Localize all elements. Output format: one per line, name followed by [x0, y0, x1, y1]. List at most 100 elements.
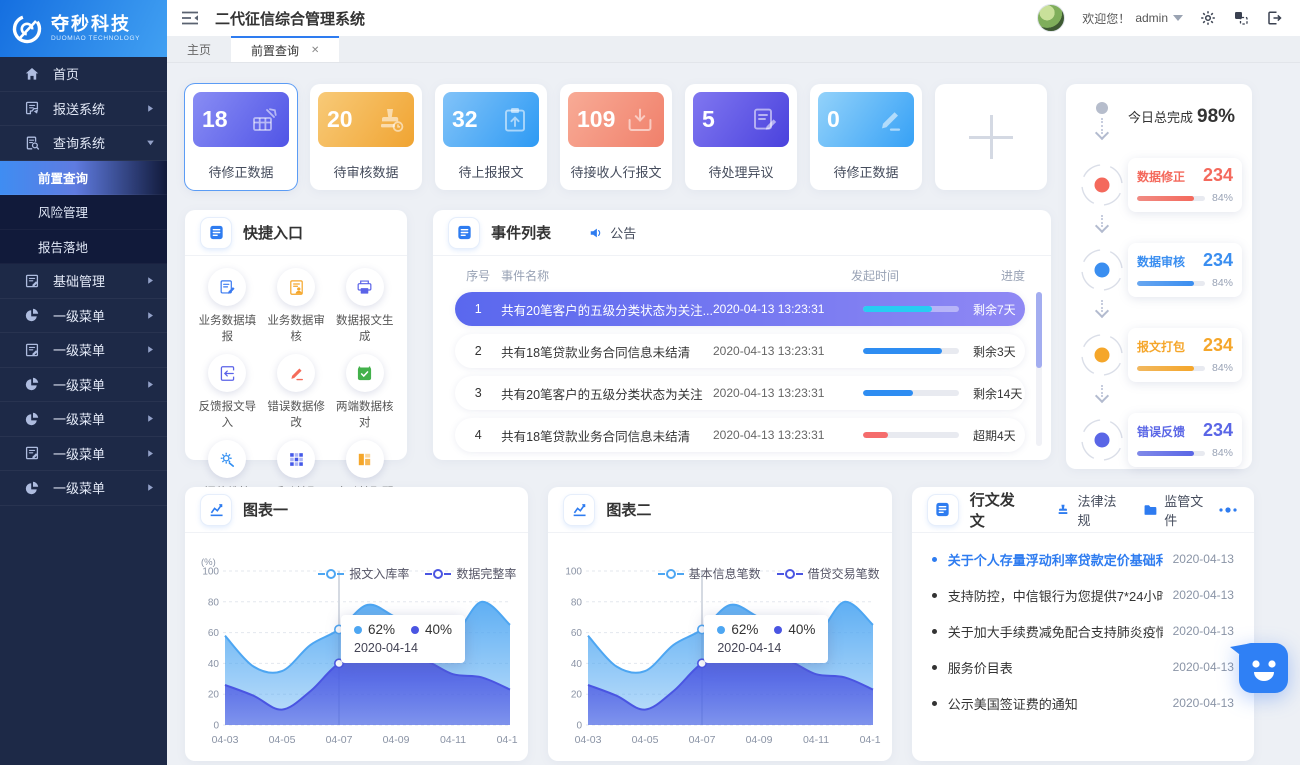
- quick-entry-title: 快捷入口: [243, 222, 303, 243]
- quick-entry-5[interactable]: 两端数据核对: [330, 354, 399, 430]
- check-box-icon: [346, 354, 384, 392]
- chevron-down-icon: [146, 138, 155, 147]
- legend-item-0[interactable]: 报文入库率: [318, 565, 409, 582]
- brand-logo-icon: [10, 12, 44, 46]
- chart-panel-icon: [201, 495, 231, 525]
- arrow-down-icon: [1095, 304, 1109, 318]
- legend-line: [337, 573, 344, 575]
- step-label: 数据审核: [1137, 253, 1185, 270]
- event-status: 剩余3天: [973, 343, 1025, 360]
- svg-text:04-07: 04-07: [326, 734, 353, 746]
- sidebar-item-8[interactable]: 一级菜单: [0, 437, 167, 472]
- sidebar-menu: 首页报送系统查询系统前置查询风险管理报告落地基础管理一级菜单一级菜单一级菜单一级…: [0, 57, 167, 506]
- doc-item-2[interactable]: 关于加大手续费减免配合支持肺炎疫情防...2020-04-13: [932, 613, 1234, 649]
- quick-entry-label: 业务数据审核: [262, 312, 331, 344]
- legend-item-1[interactable]: 借贷交易笔数: [777, 565, 880, 582]
- event-row-3[interactable]: 4共有18笔贷款业务合同信息未结清2020-04-13 13:23:31超期4天: [455, 418, 1025, 452]
- doc-item-0[interactable]: 关于个人存量浮动利率贷款定价基础利率...2020-04-13: [932, 541, 1234, 577]
- doc-tab-label: 法律法规: [1077, 491, 1119, 529]
- settings-gear-icon[interactable]: [1200, 10, 1216, 26]
- legend-item-0[interactable]: 基本信息笔数: [658, 565, 761, 582]
- stat-card-3[interactable]: 109待接收人行报文: [560, 84, 672, 190]
- quick-entry-3[interactable]: 反馈报文导入: [193, 354, 262, 430]
- announcement-link[interactable]: 公告: [589, 223, 636, 242]
- pie-icon: [24, 307, 40, 323]
- doc-tab-1[interactable]: 监管文件: [1143, 491, 1206, 529]
- chat-bubble[interactable]: [1230, 640, 1288, 696]
- home-icon: [24, 66, 40, 82]
- legend-item-1[interactable]: 数据完整率: [425, 565, 516, 582]
- quick-entry-0[interactable]: 业务数据填报: [193, 268, 262, 344]
- sidebar-item-4[interactable]: 一级菜单: [0, 299, 167, 334]
- event-row-2[interactable]: 3共有20笔客户的五级分类状态为关注2020-04-13 13:23:31剩余1…: [455, 376, 1025, 410]
- bullet-icon: [932, 701, 937, 706]
- chart-tooltip: 62%40%2020-04-14: [341, 615, 465, 663]
- sidebar-item-1[interactable]: 报送系统: [0, 92, 167, 127]
- sidebar-subitem-2[interactable]: 报告落地: [0, 230, 167, 265]
- chevron-right-icon: [146, 345, 155, 354]
- quick-entry-1[interactable]: 业务数据审核: [262, 268, 331, 344]
- doc-tab-0[interactable]: 法律法规: [1056, 491, 1119, 529]
- sidebar-item-5[interactable]: 一级菜单: [0, 333, 167, 368]
- doc-item-4[interactable]: 公示美国签证费的通知2020-04-13: [932, 685, 1234, 721]
- stat-card-0[interactable]: 18待修正数据: [185, 84, 297, 190]
- collapse-menu-icon[interactable]: [181, 10, 199, 26]
- step-progress-bar: [1137, 281, 1205, 286]
- sidebar-item-6[interactable]: 一级菜单: [0, 368, 167, 403]
- theme-icon[interactable]: [1233, 10, 1249, 26]
- close-icon[interactable]: ✕: [311, 45, 319, 56]
- progress-bar: [863, 432, 959, 438]
- stat-card-1[interactable]: 20待审核数据: [310, 84, 422, 190]
- step-node-icon: [1076, 163, 1128, 207]
- stat-card-4[interactable]: 5待处理异议: [685, 84, 797, 190]
- event-time: 2020-04-13 13:23:31: [713, 428, 863, 442]
- more-dots-icon[interactable]: [1218, 506, 1238, 514]
- stat-value: 109: [577, 106, 615, 133]
- sidebar-item-7[interactable]: 一级菜单: [0, 402, 167, 437]
- doc-item-date: 2020-04-13: [1173, 552, 1234, 566]
- tab-0[interactable]: 主页: [167, 36, 231, 62]
- step-value: 234: [1203, 335, 1233, 356]
- doc-item-date: 2020-04-13: [1173, 624, 1234, 638]
- event-table-header: 序号事件名称发起时间进度: [455, 260, 1025, 292]
- add-card-button[interactable]: [935, 84, 1047, 190]
- quick-entry-4[interactable]: 错误数据修改: [262, 354, 331, 430]
- sidebar-item-label: 首页: [53, 64, 79, 83]
- stat-card-2[interactable]: 32待上报报文: [435, 84, 547, 190]
- quick-entry-2[interactable]: 数据报文生成: [330, 268, 399, 344]
- sidebar-item-2[interactable]: 查询系统: [0, 126, 167, 161]
- chevron-right-icon: [146, 414, 155, 423]
- logout-icon[interactable]: [1266, 10, 1282, 26]
- sidebar-item-9[interactable]: 一级菜单: [0, 471, 167, 506]
- sidebar-item-label: 基础管理: [53, 271, 105, 290]
- event-row-0[interactable]: 1共有20笔客户的五级分类状态为关注...2020-04-13 13:23:31…: [455, 292, 1025, 326]
- column-header: 进度: [1001, 267, 1025, 284]
- doc-item-1[interactable]: 支持防控，中信银行为您提供7*24小时温...2020-04-13: [932, 577, 1234, 613]
- legend-line: [318, 573, 325, 575]
- sidebar-item-3[interactable]: 基础管理: [0, 264, 167, 299]
- tab-label: 主页: [187, 41, 211, 58]
- stat-card-5[interactable]: 0待修正数据: [810, 84, 922, 190]
- start-dot: [1096, 102, 1108, 114]
- event-row-1[interactable]: 2共有18笔贷款业务合同信息未结清2020-04-13 13:23:31剩余3天: [455, 334, 1025, 368]
- user-menu[interactable]: 欢迎您！ admin: [1082, 10, 1183, 27]
- avatar[interactable]: [1037, 4, 1065, 32]
- chevron-right-icon: [146, 104, 155, 113]
- doc-item-3[interactable]: 服务价目表2020-04-13: [932, 649, 1234, 685]
- stat-value: 20: [327, 106, 353, 133]
- quick-entry-panel: 快捷入口 业务数据填报业务数据审核数据报文生成反馈报文导入错误数据修改两端数据核…: [185, 210, 407, 460]
- send-doc-icon: [24, 100, 40, 116]
- tab-1[interactable]: 前置查询✕: [231, 36, 339, 62]
- event-scrollbar-thumb[interactable]: [1036, 292, 1042, 368]
- sidebar-subitem-0[interactable]: 前置查询: [0, 161, 167, 196]
- tooltip-date: 2020-04-14: [354, 641, 452, 655]
- column-header: 序号: [455, 267, 501, 284]
- stat-cards-row: 18待修正数据20待审核数据32待上报报文109待接收人行报文5待处理异议0待修…: [185, 84, 1051, 190]
- svg-text:04-09: 04-09: [383, 734, 410, 746]
- brand-logo[interactable]: 夺秒科技 DUOMIAO TECHNOLOGY: [0, 0, 167, 57]
- stat-badge: 18: [193, 92, 289, 147]
- grid-icon: [277, 440, 315, 478]
- legend-line: [777, 573, 784, 575]
- sidebar-item-0[interactable]: 首页: [0, 57, 167, 92]
- sidebar-subitem-1[interactable]: 风险管理: [0, 195, 167, 230]
